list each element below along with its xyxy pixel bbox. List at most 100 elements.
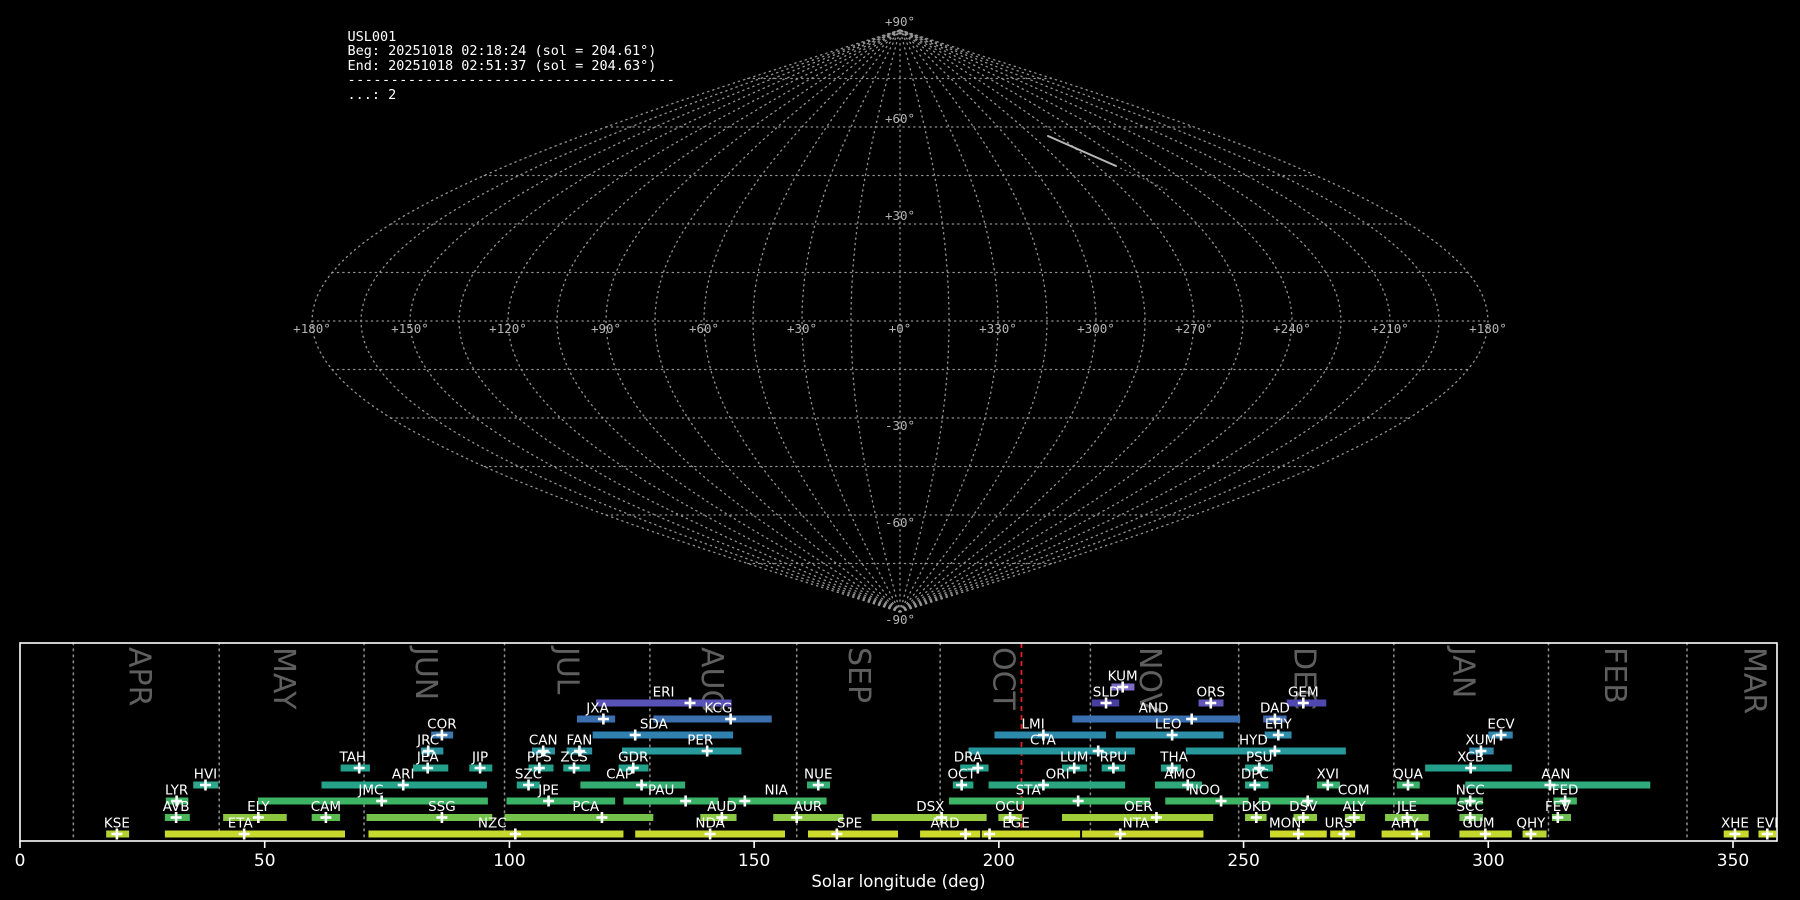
month-label: JUL (550, 645, 585, 695)
shower-code-label: EHY (1265, 717, 1293, 733)
shower-code-label: NOO (1189, 783, 1220, 799)
shower-code-label: PAU (648, 783, 674, 799)
shower-code-label: KSE (104, 816, 130, 832)
shower-code-label: AHY (1391, 816, 1419, 832)
shower-code-label: OCT (948, 767, 977, 783)
shower-code-label: GEM (1288, 685, 1319, 701)
shower-code-label: DSV (1289, 799, 1318, 815)
shower-code-label: EVI (1756, 816, 1778, 832)
shower-code-label: ETA (228, 816, 254, 832)
shower-TAH: TAH (339, 750, 370, 774)
shower-KSE: KSE (104, 816, 130, 840)
shower-code-label: ELY (247, 799, 270, 815)
month-label: SEP (841, 647, 876, 703)
shower-MON: MON (1269, 816, 1327, 840)
shower-CAM: CAM (311, 799, 341, 823)
shower-code-label: ARD (931, 816, 960, 832)
shower-code-label: PER (687, 733, 713, 749)
shower-code-label: NDA (695, 816, 725, 832)
shower-SLD: SLD (1091, 685, 1119, 709)
shower-code-label: CAP (606, 767, 633, 783)
shower-code-label: JXA (585, 701, 609, 717)
shower-code-label: NCC (1456, 783, 1485, 799)
shower-QHY: QHY (1516, 816, 1547, 840)
shower-code-label: AUR (794, 799, 823, 815)
shower-code-label: DKD (1241, 799, 1271, 815)
shower-ORS: ORS (1196, 685, 1225, 709)
shower-code-label: URS (1325, 816, 1353, 832)
month-label: MAR (1737, 647, 1772, 714)
shower-code-label: LMI (1022, 717, 1045, 733)
activity-bar (920, 830, 981, 838)
shower-code-label: PPS (527, 750, 552, 766)
x-tick-label: 0 (15, 851, 26, 871)
activity-bar (1381, 830, 1431, 838)
activity-bar (504, 814, 654, 821)
shower-code-label: ALY (1343, 799, 1367, 815)
activity-bar (366, 814, 493, 821)
activity-bar (623, 797, 719, 805)
shower-code-label: THA (1159, 750, 1188, 766)
shower-code-label: DPC (1241, 767, 1269, 783)
shower-code-label: ORI (1046, 767, 1070, 783)
month-label: JAN (1445, 645, 1480, 698)
shower-code-label: QHY (1516, 816, 1546, 832)
shower-code-label: ORS (1196, 685, 1225, 701)
activity-bar (576, 715, 616, 723)
shower-code-label: LEO (1155, 717, 1182, 733)
shower-code-label: FAN (566, 733, 592, 749)
shower-code-label: SSG (428, 799, 456, 815)
x-tick-label: 350 (1717, 851, 1749, 871)
shower-code-label: SCC (1456, 799, 1483, 815)
shower-EVI: EVI (1756, 816, 1778, 840)
shower-code-label: HVI (194, 767, 217, 783)
shower-code-label: AUD (707, 799, 737, 815)
shower-code-label: OCU (995, 799, 1025, 815)
shower-NUE: NUE (804, 767, 833, 791)
shower-code-label: SDA (640, 717, 669, 733)
shower-code-label: PSU (1246, 750, 1273, 766)
shower-code-label: COR (427, 717, 456, 733)
shower-EHY: EHY (1264, 717, 1293, 741)
shower-code-label: XHE (1721, 816, 1749, 832)
month-label: APR (121, 647, 156, 706)
shower-XCB: XCB (1425, 750, 1512, 774)
shower-code-label: FEV (1545, 799, 1571, 815)
x-tick-label: 250 (1227, 851, 1259, 871)
shower-code-label: TAH (339, 750, 367, 766)
shower-code-label: CAN (529, 733, 558, 749)
month-label: FEB (1597, 647, 1632, 704)
shower-code-label: XCB (1457, 750, 1484, 766)
activity-bar (653, 715, 772, 723)
shower-code-label: NUE (804, 767, 833, 783)
activity-bar (164, 830, 345, 838)
shower-code-label: XUM (1466, 733, 1497, 749)
shower-code-label: EGE (1002, 816, 1030, 832)
month-label: JUN (408, 645, 443, 700)
shower-code-label: JMC (357, 783, 383, 799)
shower-code-label: JRC (416, 733, 439, 749)
shower-code-label: GDR (618, 750, 648, 766)
shower-code-label: LYR (165, 783, 188, 799)
x-axis-title: Solar longitude (deg) (811, 872, 985, 891)
shower-DPC: DPC (1241, 767, 1269, 791)
activity-bar (773, 814, 844, 821)
shower-code-label: DAD (1260, 701, 1290, 717)
x-tick-label: 150 (738, 851, 770, 871)
shower-code-label: ARI (392, 767, 415, 783)
shower-code-label: KUM (1108, 669, 1138, 685)
shower-code-label: JIP (471, 750, 488, 766)
shower-code-label: RPU (1100, 750, 1127, 766)
x-tick-label: 50 (254, 851, 276, 871)
shower-code-label: MON (1269, 816, 1301, 832)
shower-QUA: QUA (1393, 767, 1424, 791)
shower-code-label: SPE (837, 816, 862, 832)
shower-XVI: XVI (1317, 767, 1340, 791)
shower-code-label: JPE (537, 783, 559, 799)
shower-code-label: ECV (1487, 717, 1515, 733)
shower-code-label: FED (1552, 783, 1579, 799)
shower-OCT: OCT (948, 767, 977, 791)
shower-code-label: CTA (1030, 733, 1057, 749)
shower-DKD: DKD (1241, 799, 1271, 823)
shower-code-label: KCG (704, 701, 732, 717)
